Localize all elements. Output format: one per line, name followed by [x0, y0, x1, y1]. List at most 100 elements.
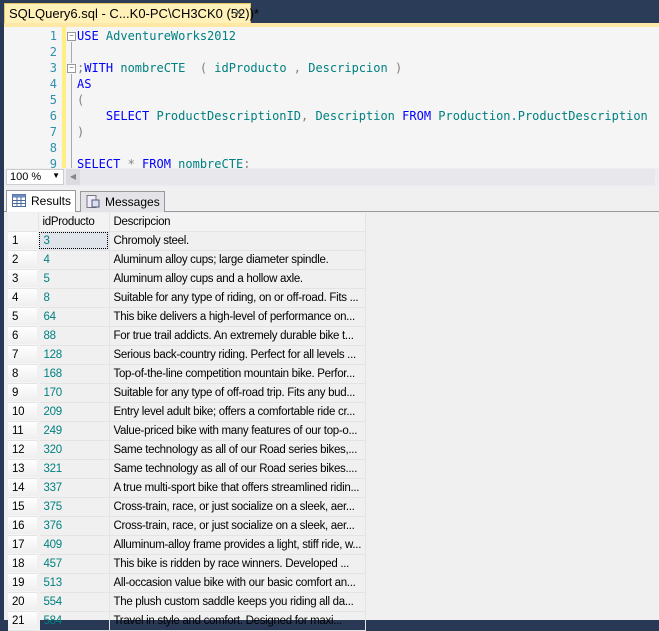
- table-row[interactable]: 7 128 Serious back-country riding. Perfect…: [8, 345, 367, 365]
- cell-idproducto[interactable]: 409: [38, 535, 110, 555]
- row-number[interactable]: 9: [8, 383, 40, 403]
- table-row[interactable]: 19 513 All-occasion value bike with our ba…: [8, 573, 367, 593]
- cell-idproducto[interactable]: 457: [38, 554, 110, 574]
- cell-descripcion[interactable]: All-occasion value bike with our basic c…: [109, 573, 367, 593]
- cell-descripcion[interactable]: Cross-train, race, or just socialize on …: [109, 516, 367, 536]
- row-number[interactable]: 14: [8, 478, 40, 498]
- cell-descripcion[interactable]: Entry level adult bike; offers a comfort…: [109, 402, 367, 422]
- cell-descripcion[interactable]: Suitable for any type of off-road trip. …: [109, 383, 367, 403]
- cell-idproducto[interactable]: 337: [38, 478, 110, 498]
- cell-descripcion[interactable]: Aluminum alloy cups; large diameter spin…: [109, 250, 367, 270]
- scroll-left-icon[interactable]: ◀: [66, 169, 80, 185]
- row-number[interactable]: 13: [8, 459, 40, 479]
- cell-descripcion[interactable]: Chromoly steel.: [109, 231, 367, 251]
- close-icon[interactable]: ✕: [233, 5, 244, 21]
- cell-idproducto[interactable]: 170: [38, 383, 110, 403]
- cell-idproducto[interactable]: 209: [38, 402, 110, 422]
- horizontal-scrollbar[interactable]: ◀: [66, 169, 655, 185]
- cell-descripcion[interactable]: Value-priced bike with many features of …: [109, 421, 367, 441]
- cell-descripcion[interactable]: Same technology as all of our Road serie…: [109, 459, 367, 479]
- cell-descripcion[interactable]: Serious back-country riding. Perfect for…: [109, 345, 367, 365]
- cell-descripcion[interactable]: Travel in style and comfort. Designed fo…: [109, 611, 367, 631]
- cell-descripcion[interactable]: Top-of-the-line competition mountain bik…: [109, 364, 367, 384]
- code-line[interactable]: ;WITH nombreCTE ( idProducto , Descripci…: [77, 61, 402, 75]
- table-row[interactable]: 12 320 Same technology as all of our Road …: [8, 440, 367, 460]
- sql-editor[interactable]: 1 USE AdventureWorks2012 2 3 ;WITH nombreCTE…: [4, 27, 659, 168]
- table-row[interactable]: 18 457 This bike is ridden by race winners…: [8, 554, 367, 574]
- cell-idproducto[interactable]: 64: [38, 307, 110, 327]
- code-line[interactable]: ): [77, 125, 84, 139]
- cell-descripcion[interactable]: The plush custom saddle keeps you riding…: [109, 592, 367, 612]
- cell-idproducto[interactable]: 128: [38, 345, 110, 365]
- row-number[interactable]: 15: [8, 497, 40, 517]
- cell-idproducto[interactable]: 8: [38, 288, 110, 308]
- tab-results[interactable]: Results: [6, 190, 77, 212]
- code-line[interactable]: SELECT * FROM nombreCTE;: [77, 157, 250, 168]
- row-number[interactable]: 7: [8, 345, 40, 365]
- cell-idproducto[interactable]: 554: [38, 592, 110, 612]
- table-row[interactable]: 8 168 Top-of-the-line competition mountain…: [8, 364, 367, 384]
- cell-idproducto[interactable]: 513: [38, 573, 110, 593]
- cell-descripcion[interactable]: Suitable for any type of riding, on or o…: [109, 288, 367, 308]
- row-number[interactable]: 4: [8, 288, 40, 308]
- results-grid[interactable]: idProducto Descripcion 1 3 Chromoly steel.…: [8, 213, 659, 631]
- cell-idproducto[interactable]: 376: [38, 516, 110, 536]
- cell-idproducto[interactable]: 320: [38, 440, 110, 460]
- table-row[interactable]: 13 321 Same technology as all of our Road …: [8, 459, 367, 479]
- row-number[interactable]: 6: [8, 326, 40, 346]
- cell-idproducto[interactable]: 88: [38, 326, 110, 346]
- table-row[interactable]: 16 376 Cross-train, race, or just socializ…: [8, 516, 367, 536]
- table-row[interactable]: 20 554 The plush custom saddle keeps you r…: [8, 592, 367, 612]
- row-number[interactable]: 21: [8, 611, 40, 631]
- column-header-descripcion[interactable]: Descripcion: [109, 213, 367, 232]
- row-number[interactable]: 20: [8, 592, 40, 612]
- cell-descripcion[interactable]: Same technology as all of our Road serie…: [109, 440, 367, 460]
- cell-descripcion[interactable]: This bike delivers a high-level of perfo…: [109, 307, 367, 327]
- cell-idproducto[interactable]: 4: [38, 250, 110, 270]
- column-header-idproducto[interactable]: idProducto: [38, 213, 110, 232]
- cell-idproducto[interactable]: 321: [38, 459, 110, 479]
- code-line[interactable]: (: [77, 93, 84, 107]
- row-number[interactable]: 17: [8, 535, 40, 555]
- row-number[interactable]: 16: [8, 516, 40, 536]
- cell-descripcion[interactable]: This bike is ridden by race winners. Dev…: [109, 554, 367, 574]
- table-row[interactable]: 21 584 Travel in style and comfort. Design…: [8, 611, 367, 631]
- cell-descripcion[interactable]: For true trail addicts. An extremely dur…: [109, 326, 367, 346]
- code-line[interactable]: SELECT ProductDescriptionID, Description…: [77, 109, 648, 123]
- cell-descripcion[interactable]: A true multi-sport bike that offers stre…: [109, 478, 367, 498]
- table-row[interactable]: 2 4 Aluminum alloy cups; large diameter sp…: [8, 250, 367, 270]
- row-number[interactable]: 12: [8, 440, 40, 460]
- code-line[interactable]: AS: [77, 77, 91, 91]
- row-number[interactable]: 5: [8, 307, 40, 327]
- cell-descripcion[interactable]: Cross-train, race, or just socialize on …: [109, 497, 367, 517]
- cell-idproducto[interactable]: 5: [38, 269, 110, 289]
- table-row[interactable]: 4 8 Suitable for any type of riding, on or…: [8, 288, 367, 308]
- cell-idproducto[interactable]: 168: [38, 364, 110, 384]
- zoom-dropdown[interactable]: 100 % ▼: [6, 169, 64, 185]
- table-row[interactable]: 6 88 For true trail addicts. An extremely …: [8, 326, 367, 346]
- cell-idproducto[interactable]: 584: [38, 611, 110, 631]
- row-number[interactable]: 18: [8, 554, 40, 574]
- row-number[interactable]: 8: [8, 364, 40, 384]
- cell-descripcion[interactable]: Aluminum alloy cups and a hollow axle.: [109, 269, 367, 289]
- row-number[interactable]: 19: [8, 573, 40, 593]
- table-row[interactable]: 5 64 This bike delivers a high-level of pe…: [8, 307, 367, 327]
- cell-idproducto[interactable]: 375: [38, 497, 110, 517]
- table-row[interactable]: 3 5 Aluminum alloy cups and a hollow axle.: [8, 269, 367, 289]
- row-number[interactable]: 1: [8, 231, 40, 251]
- row-number[interactable]: 11: [8, 421, 40, 441]
- table-row[interactable]: 9 170 Suitable for any type of off-road tr…: [8, 383, 367, 403]
- collapse-icon[interactable]: −: [67, 64, 76, 73]
- cell-descripcion[interactable]: Alluminum-alloy frame provides a light, …: [109, 535, 367, 555]
- cell-idproducto[interactable]: 3: [38, 231, 110, 251]
- tab-messages[interactable]: Messages: [80, 191, 165, 212]
- table-row[interactable]: 1 3 Chromoly steel.: [8, 231, 367, 251]
- collapse-icon[interactable]: −: [67, 32, 76, 41]
- row-number[interactable]: 2: [8, 250, 40, 270]
- table-row[interactable]: 15 375 Cross-train, race, or just socializ…: [8, 497, 367, 517]
- table-row[interactable]: 10 209 Entry level adult bike; offers a co…: [8, 402, 367, 422]
- row-number[interactable]: 3: [8, 269, 40, 289]
- table-row[interactable]: 11 249 Value-priced bike with many feature…: [8, 421, 367, 441]
- document-tab[interactable]: SQLQuery6.sql - C...K0-PC\CH3CK0 (52))* …: [4, 3, 259, 24]
- table-row[interactable]: 14 337 A true multi-sport bike that offers…: [8, 478, 367, 498]
